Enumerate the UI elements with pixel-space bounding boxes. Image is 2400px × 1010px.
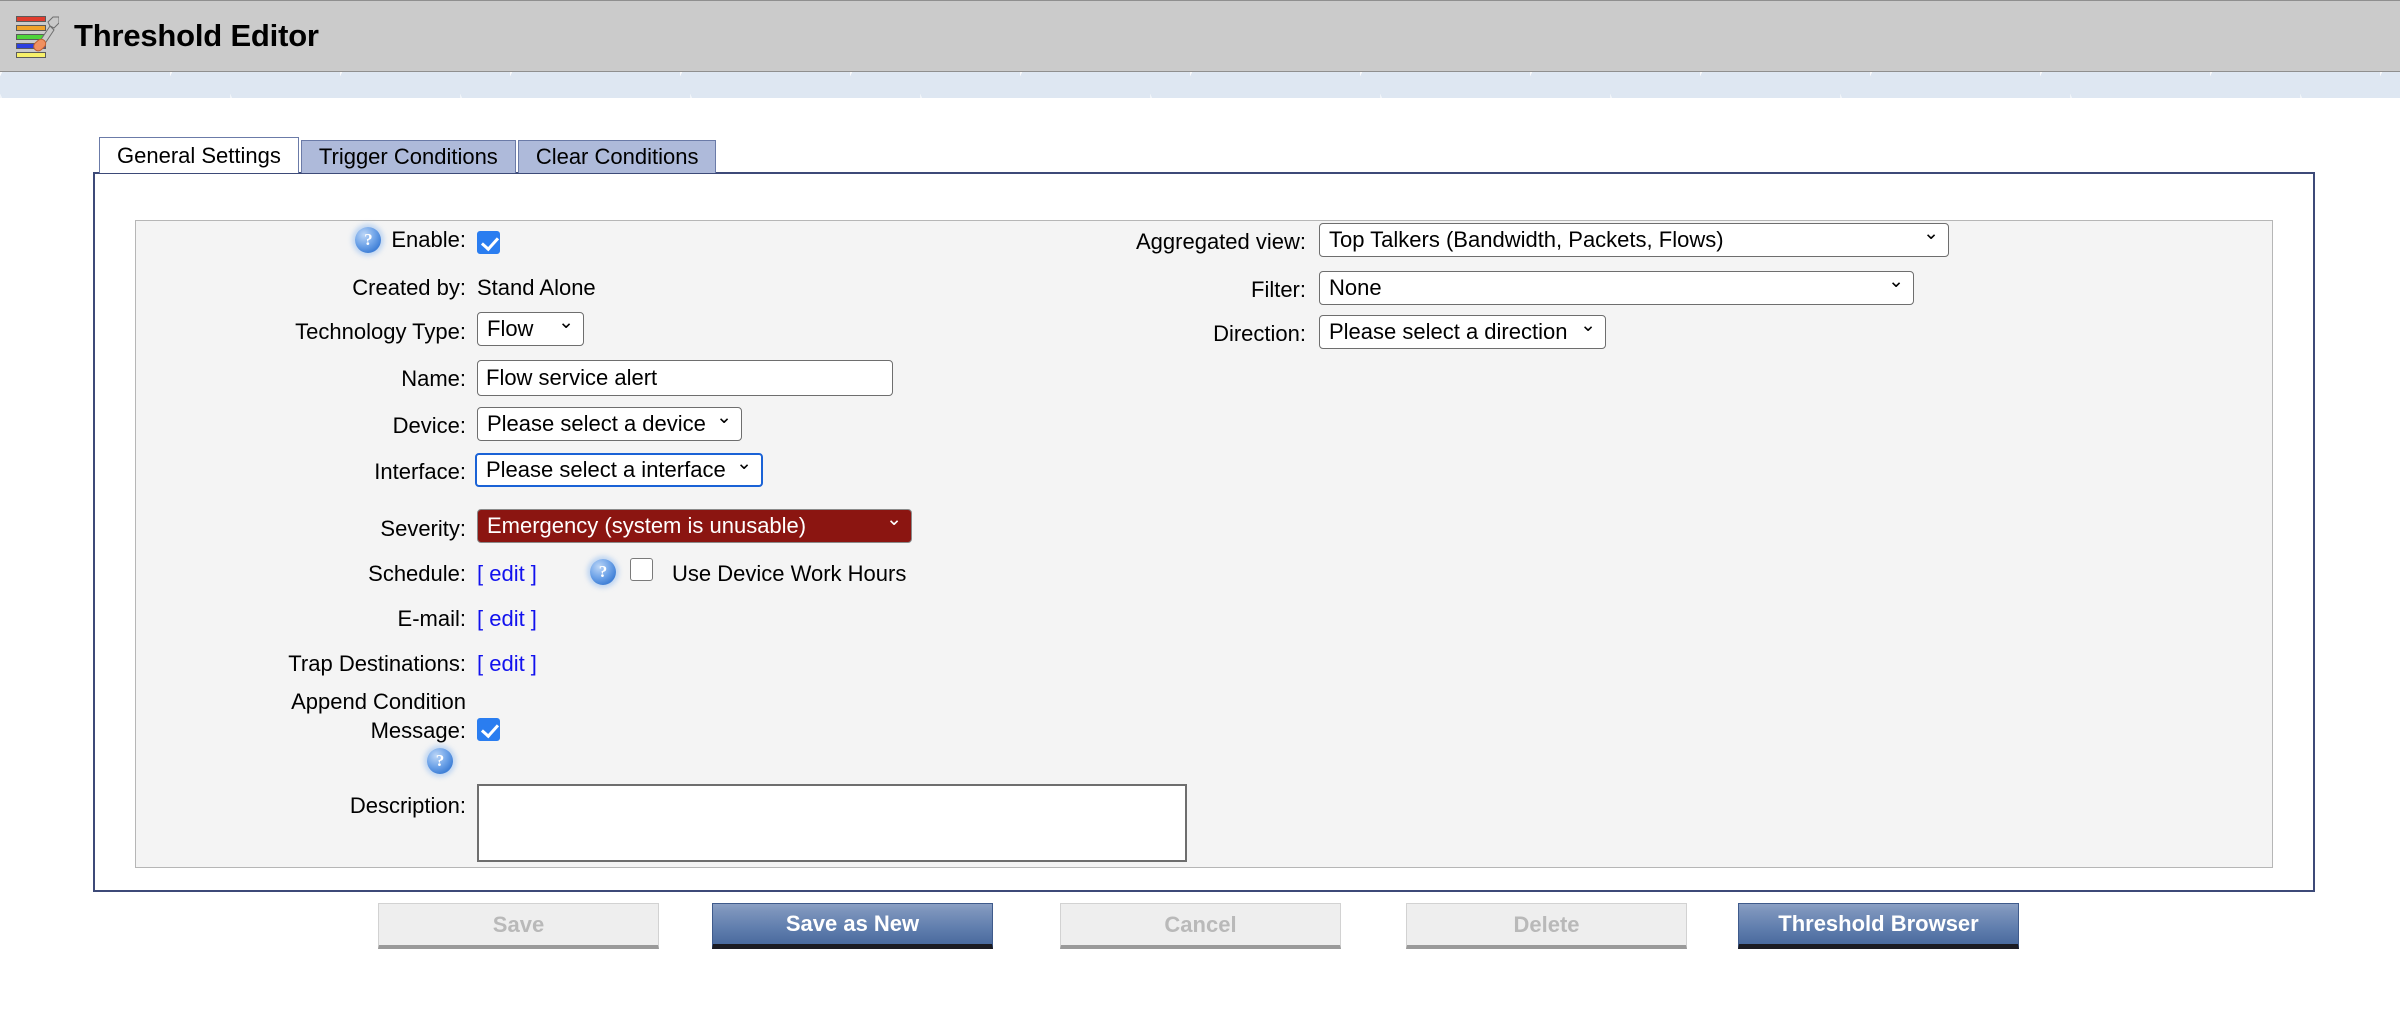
tab-clear-conditions[interactable]: Clear Conditions (517, 140, 717, 173)
append-condition-message-label-line2: Message: (370, 718, 466, 743)
created-by-label: Created by: (352, 275, 466, 300)
schedule-label: Schedule: (368, 561, 466, 586)
interface-select[interactable]: Please select a interface (475, 453, 763, 487)
filter-select[interactable]: None (1319, 271, 1914, 305)
tab-trigger-conditions[interactable]: Trigger Conditions (300, 140, 516, 173)
use-device-work-hours-label: Use Device Work Hours (672, 561, 907, 586)
aggregated-view-value: Top Talkers (Bandwidth, Packets, Flows) (1329, 227, 1724, 252)
enable-row: ? Enable: (136, 227, 466, 253)
chevron-down-icon (716, 415, 732, 434)
device-value: Please select a device (487, 411, 706, 436)
severity-label: Severity: (380, 516, 466, 541)
chevron-down-icon (1923, 231, 1939, 250)
technology-type-label: Technology Type: (295, 319, 466, 344)
chevron-down-icon (1580, 323, 1596, 342)
threshold-editor-icon (14, 13, 60, 59)
aggregated-view-label: Aggregated view: (1136, 229, 1306, 254)
chevron-down-icon (1888, 279, 1904, 298)
decorative-band (0, 72, 2400, 98)
help-icon[interactable]: ? (590, 559, 616, 585)
append-condition-message-checkbox[interactable] (477, 718, 500, 741)
name-label: Name: (401, 366, 466, 391)
append-condition-message-label-line1: Append Condition (291, 689, 466, 714)
interface-value: Please select a interface (486, 457, 726, 482)
description-label: Description: (349, 793, 466, 818)
cancel-button[interactable]: Cancel (1060, 903, 1341, 949)
chevron-down-icon (736, 461, 752, 480)
device-select[interactable]: Please select a device (477, 407, 742, 441)
threshold-browser-button[interactable]: Threshold Browser (1738, 903, 2019, 949)
save-as-new-button[interactable]: Save as New (712, 903, 993, 949)
name-input[interactable]: Flow service alert (477, 360, 893, 396)
tab-bar: General Settings Trigger Conditions Clea… (99, 137, 718, 173)
general-settings-panel: ? Enable: Created by: Stand Alone Techno… (135, 220, 2273, 868)
aggregated-view-select[interactable]: Top Talkers (Bandwidth, Packets, Flows) (1319, 223, 1949, 257)
tab-general-settings[interactable]: General Settings (99, 137, 299, 173)
action-button-bar: Save Save as New Cancel Delete Threshold… (0, 903, 2400, 973)
severity-select[interactable]: Emergency (system is unusable) (477, 509, 912, 543)
trap-destinations-label: Trap Destinations: (288, 651, 466, 676)
schedule-edit-link[interactable]: [ edit ] (477, 561, 537, 587)
device-label: Device: (392, 413, 466, 438)
email-edit-link[interactable]: [ edit ] (477, 606, 537, 632)
email-label: E-mail: (397, 606, 466, 631)
technology-type-value: Flow (487, 316, 534, 341)
direction-select[interactable]: Please select a direction (1319, 315, 1606, 349)
trap-destinations-edit-link[interactable]: [ edit ] (477, 651, 537, 677)
delete-button[interactable]: Delete (1406, 903, 1687, 949)
interface-label: Interface: (374, 459, 466, 484)
enable-checkbox[interactable] (477, 231, 500, 254)
window-title-bar: Threshold Editor (0, 0, 2400, 72)
help-icon[interactable]: ? (427, 748, 453, 774)
save-button[interactable]: Save (378, 903, 659, 949)
use-device-work-hours-checkbox[interactable] (630, 558, 653, 581)
settings-container: ? Enable: Created by: Stand Alone Techno… (93, 172, 2315, 892)
severity-value: Emergency (system is unusable) (487, 513, 807, 538)
enable-label: Enable: (391, 227, 466, 252)
technology-type-select[interactable]: Flow (477, 312, 584, 346)
direction-label: Direction: (1213, 321, 1306, 346)
filter-value: None (1329, 275, 1382, 300)
filter-label: Filter: (1251, 277, 1306, 302)
direction-value: Please select a direction (1329, 319, 1568, 344)
page-title: Threshold Editor (74, 18, 319, 53)
help-icon[interactable]: ? (355, 227, 382, 253)
created-by-value: Stand Alone (477, 275, 596, 300)
name-input-value: Flow service alert (486, 365, 658, 390)
wrench-icon (33, 16, 59, 52)
chevron-down-icon (886, 517, 902, 536)
chevron-down-icon (558, 320, 574, 339)
description-textarea[interactable] (477, 784, 1187, 862)
